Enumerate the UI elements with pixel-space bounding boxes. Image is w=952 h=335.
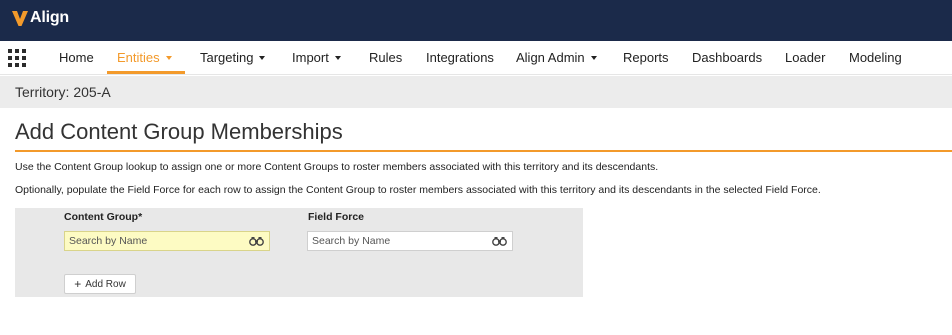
field-force-lookup [307, 231, 513, 251]
description-text: Use the Content Group lookup to assign o… [15, 161, 659, 173]
nav-label: Reports [623, 50, 669, 65]
nav-label: Integrations [426, 50, 494, 65]
nav-align-admin[interactable]: Align Admin [516, 41, 597, 74]
nav-dashboards[interactable]: Dashboards [692, 41, 762, 74]
content-group-label: Content Group* [64, 211, 143, 223]
nav-label: Align Admin [516, 50, 585, 65]
territory-label: Territory: 205-A [15, 84, 111, 100]
binoculars-icon[interactable] [249, 236, 264, 246]
nav-label: Import [292, 50, 329, 65]
chevron-down-icon [590, 55, 597, 60]
title-divider [15, 150, 952, 152]
nav-rules[interactable]: Rules [369, 41, 402, 74]
nav-entities[interactable]: Entities [117, 41, 172, 74]
nav-label: Rules [369, 50, 403, 65]
content-group-lookup [64, 231, 270, 251]
nav-integrations[interactable]: Integrations [426, 41, 494, 74]
description-text-optional: Optionally, populate the Field Force for… [15, 184, 821, 196]
nav-label: Home [59, 50, 94, 65]
nav-label: Targeting [200, 50, 254, 65]
nav-label: Dashboards [692, 50, 763, 65]
app-header: Align [0, 0, 952, 41]
field-force-label: Field Force [308, 211, 365, 223]
nav-modeling[interactable]: Modeling [849, 41, 902, 74]
content-group-search-input[interactable] [65, 232, 245, 250]
active-tab-indicator [107, 71, 185, 74]
app-logo[interactable]: Align [11, 7, 69, 29]
veeva-v-icon [12, 11, 28, 26]
plus-icon: + [74, 277, 82, 291]
nav-label: Loader [785, 50, 826, 65]
field-force-search-input[interactable] [308, 232, 488, 250]
app-name: Align [30, 9, 69, 26]
chevron-down-icon [334, 55, 341, 60]
nav-targeting[interactable]: Targeting [200, 41, 266, 74]
grid-apps-icon[interactable] [8, 49, 26, 67]
chevron-down-icon [259, 55, 266, 60]
nav-label: Entities [117, 50, 160, 65]
nav-reports[interactable]: Reports [623, 41, 669, 74]
nav-loader[interactable]: Loader [785, 41, 825, 74]
nav-label: Modeling [849, 50, 902, 65]
nav-home[interactable]: Home [59, 41, 94, 74]
territory-bar: Territory: 205-A [0, 76, 952, 108]
nav-import[interactable]: Import [292, 41, 341, 74]
binoculars-icon[interactable] [492, 236, 507, 246]
chevron-down-icon [165, 55, 172, 60]
add-row-button[interactable]: + Add Row [64, 274, 136, 294]
page-title: Add Content Group Memberships [15, 119, 343, 144]
main-nav: Home Entities Targeting Import Rules Int… [0, 41, 952, 75]
add-row-label: Add Row [85, 278, 126, 290]
